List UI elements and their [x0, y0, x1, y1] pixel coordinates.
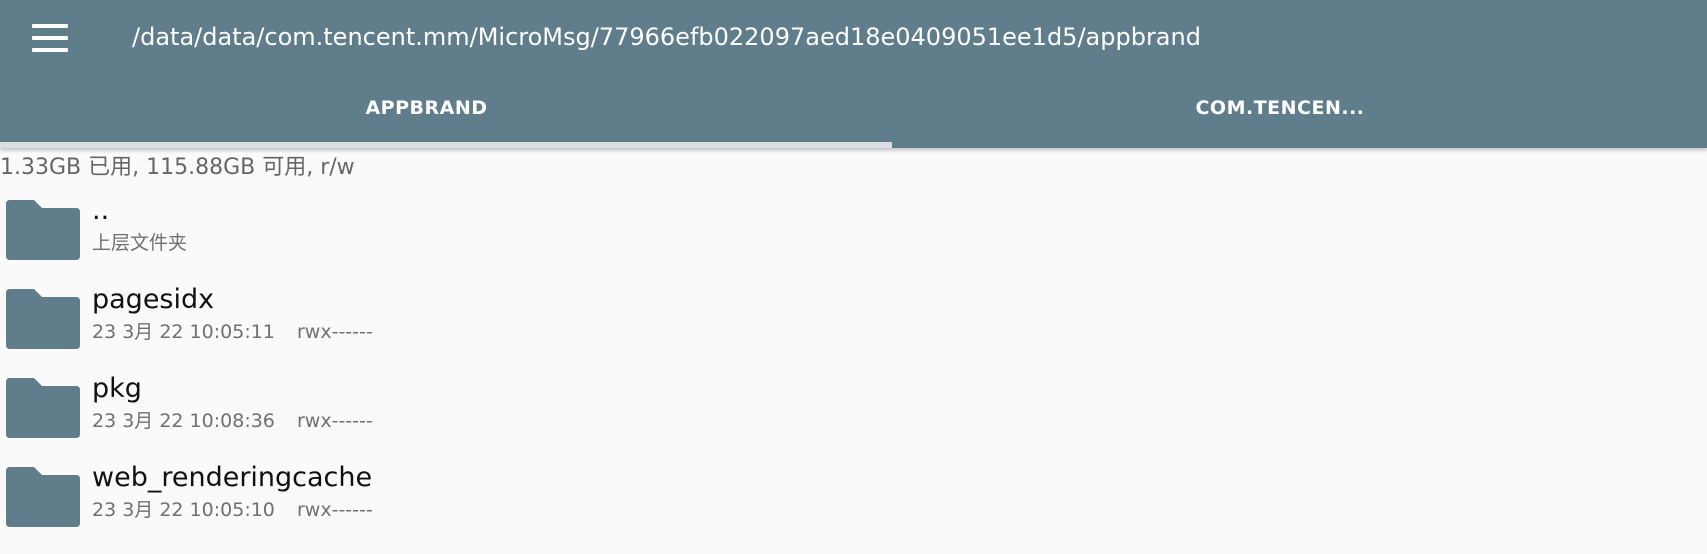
item-name: web_renderingcache [92, 462, 373, 493]
current-path-title: /data/data/com.tencent.mm/MicroMsg/77966… [132, 23, 1201, 51]
folder-icon [6, 200, 80, 260]
item-permissions: rwx------ [297, 499, 373, 521]
item-subtitle: 上层文件夹 [92, 232, 188, 254]
item-permissions: rwx------ [297, 410, 373, 432]
folder-icon [6, 378, 80, 438]
item-date: 23 3月 22 10:08:36 [92, 410, 275, 432]
tab-appbrand[interactable]: APPBRAND [0, 88, 853, 148]
item-name: pkg [92, 373, 142, 404]
list-item-web-renderingcache[interactable]: web_renderingcache 23 3月 22 10:05:10 rwx… [0, 457, 1707, 546]
list-item-pagesidx[interactable]: pagesidx 23 3月 22 10:05:11 rwx------ [0, 279, 1707, 368]
selected-tab-indicator [0, 142, 892, 148]
tab-com-tencent[interactable]: COM.TENCEN... [853, 88, 1707, 148]
item-name: .. [92, 195, 110, 226]
tab-label: COM.TENCEN... [1195, 97, 1365, 119]
file-list: .. 上层文件夹 pagesidx 23 3月 22 10:05:11 rwx-… [0, 190, 1707, 546]
item-name: pagesidx [92, 284, 215, 315]
item-date: 23 3月 22 10:05:11 [92, 321, 275, 343]
app-toolbar: /data/data/com.tencent.mm/MicroMsg/77966… [0, 0, 1707, 148]
item-permissions: rwx------ [297, 321, 373, 343]
tab-label: APPBRAND [365, 97, 488, 119]
list-item-parent-folder[interactable]: .. 上层文件夹 [0, 190, 1707, 279]
folder-icon [6, 467, 80, 527]
list-item-pkg[interactable]: pkg 23 3月 22 10:08:36 rwx------ [0, 368, 1707, 457]
folder-icon [6, 289, 80, 349]
hamburger-menu-icon[interactable] [22, 18, 78, 58]
storage-info: 1.33GB 已用, 115.88GB 可用, r/w [0, 155, 355, 180]
item-date: 23 3月 22 10:05:10 [92, 499, 275, 521]
